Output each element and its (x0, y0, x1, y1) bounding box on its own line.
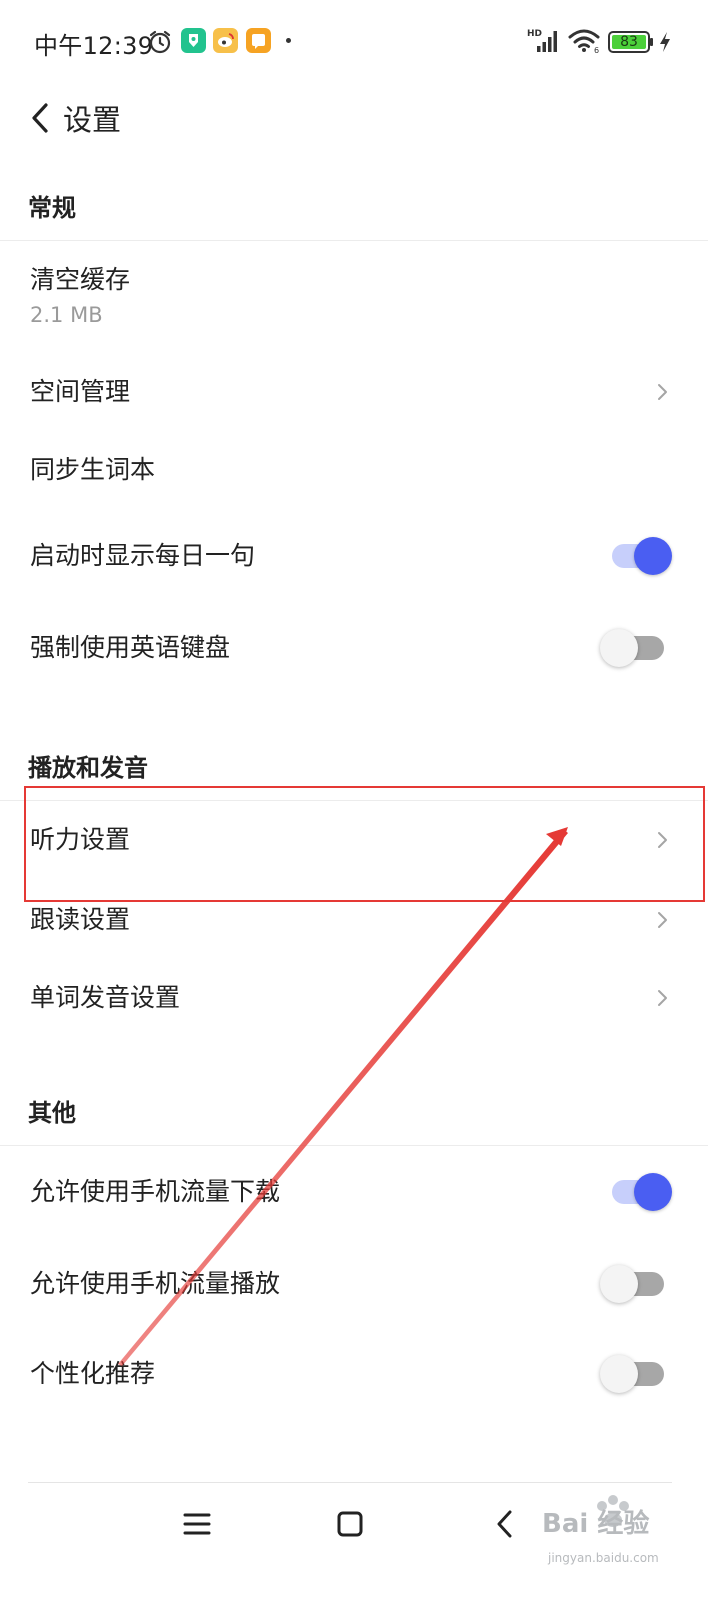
settings-row-mobile-data-play[interactable]: 允许使用手机流量播放 (0, 1240, 708, 1328)
toggle-knob (634, 1173, 672, 1211)
battery-level: 83 (620, 34, 638, 50)
alarm-icon (146, 28, 174, 60)
annotation-highlight-box (24, 786, 705, 902)
toggle-knob (600, 1355, 638, 1393)
cellular-signal-icon: HD (527, 26, 561, 58)
nav-divider (28, 1482, 672, 1483)
row-label: 同步生词本 (30, 455, 156, 484)
chevron-right-icon (650, 908, 674, 932)
chevron-left-icon (493, 1508, 515, 1544)
nav-menu-button[interactable] (175, 1504, 219, 1548)
chevron-right-icon (650, 986, 674, 1010)
baidu-jingyan-watermark: Bai 经验 jingyan.baidu.com (540, 1494, 720, 1568)
section-divider (0, 1145, 708, 1146)
mobile-data-download-toggle[interactable] (598, 1170, 674, 1214)
chevron-left-icon (29, 102, 51, 138)
home-square-icon (336, 1510, 364, 1542)
toggle-knob (600, 1265, 638, 1303)
settings-row-sync-wordbook[interactable]: 同步生词本 (0, 432, 708, 510)
charging-icon (658, 31, 672, 57)
mobile-data-play-toggle[interactable] (598, 1262, 674, 1306)
app-notification-icon-orange (246, 28, 271, 53)
wifi-icon: 6 (568, 28, 602, 58)
settings-row-daily-sentence[interactable]: 启动时显示每日一句 (0, 512, 708, 600)
row-label: 允许使用手机流量播放 (30, 1269, 281, 1298)
row-label: 跟读设置 (30, 905, 131, 934)
settings-row-clear-cache[interactable]: 清空缓存 2.1 MB (0, 248, 708, 344)
section-header-general: 常规 (28, 194, 76, 222)
section-header-playback: 播放和发音 (28, 754, 148, 782)
nav-home-button[interactable] (328, 1504, 372, 1548)
settings-row-space-manage[interactable]: 空间管理 (0, 350, 708, 434)
weibo-icon (213, 28, 238, 53)
status-bar: 中午12:39 HD 6 83 (0, 0, 720, 84)
row-label: 单词发音设置 (30, 983, 181, 1012)
svg-text:Bai 经验: Bai 经验 (542, 1508, 649, 1539)
row-label: 个性化推荐 (30, 1359, 156, 1388)
menu-icon (182, 1511, 212, 1541)
personalized-recommend-toggle[interactable] (598, 1352, 674, 1396)
status-time: 中午12:39 (34, 32, 154, 60)
daily-sentence-toggle[interactable] (598, 534, 674, 578)
row-label: 允许使用手机流量下载 (30, 1177, 281, 1206)
page-title: 设置 (63, 103, 122, 137)
settings-row-personalized-recommend[interactable]: 个性化推荐 (0, 1332, 708, 1420)
svg-text:6: 6 (594, 46, 599, 54)
back-button[interactable] (22, 100, 58, 140)
svg-text:jingyan.baidu.com: jingyan.baidu.com (547, 1551, 659, 1565)
more-notifications-dot (286, 38, 291, 43)
cache-size-value: 2.1 MB (30, 303, 103, 327)
section-divider (0, 240, 708, 241)
row-label: 清空缓存 (30, 265, 131, 294)
row-label: 强制使用英语键盘 (30, 633, 231, 662)
nav-back-button[interactable] (482, 1504, 526, 1548)
toggle-knob (634, 537, 672, 575)
chevron-right-icon (650, 380, 674, 404)
row-label: 启动时显示每日一句 (30, 541, 256, 570)
row-label: 空间管理 (30, 377, 131, 406)
settings-row-word-pronunciation-settings[interactable]: 单词发音设置 (0, 960, 708, 1038)
settings-row-mobile-data-download[interactable]: 允许使用手机流量下载 (0, 1148, 708, 1236)
battery-icon: 83 (608, 30, 656, 58)
app-notification-icon-green (181, 28, 206, 53)
settings-row-force-english-keyboard[interactable]: 强制使用英语键盘 (0, 604, 708, 692)
toggle-knob (600, 629, 638, 667)
svg-text:HD: HD (527, 29, 542, 39)
section-header-other: 其他 (28, 1099, 76, 1127)
force-english-keyboard-toggle[interactable] (598, 626, 674, 670)
